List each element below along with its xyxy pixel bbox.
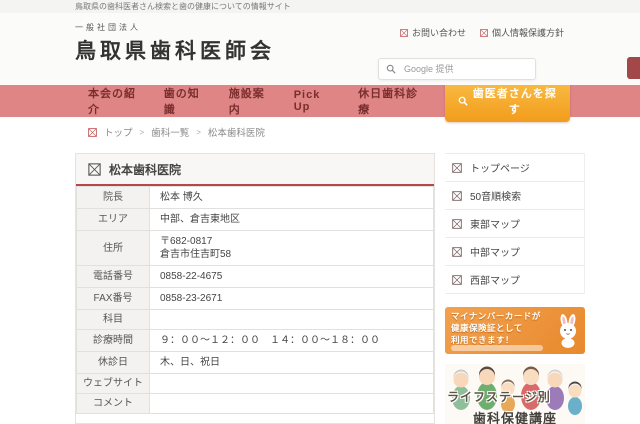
nav-item-about[interactable]: 本会の紹介 — [88, 85, 142, 117]
nav-item-tooth-knowledge[interactable]: 歯の知識 — [164, 85, 207, 117]
breadcrumb-top[interactable]: トップ — [104, 125, 133, 139]
nav-item-pickup[interactable]: Pick Up — [294, 89, 336, 113]
main-content: 松本歯科医院 院長 松本 博久 エリア 中部、倉吉東地区 住所 〒682-081… — [75, 153, 585, 424]
table-row: 診療時間 ９：００～１２：００ １４：００～１８：００ — [76, 329, 434, 352]
row-label: FAX番号 — [76, 287, 150, 310]
privacy-policy-link-label: 個人情報保護方針 — [491, 28, 564, 38]
promo-line-1: ライフステージ別 — [447, 390, 551, 404]
sidebar-item-west-map[interactable]: 西部マップ — [445, 266, 584, 294]
sidebar-item-central-map[interactable]: 中部マップ — [445, 238, 584, 266]
search-icon — [386, 64, 396, 74]
breadcrumb-separator: > — [196, 127, 201, 137]
mynumber-insurance-banner[interactable]: マイナンバーカードが 健康保険証として 利用できます！ — [445, 307, 585, 354]
search-input[interactable] — [402, 63, 528, 75]
banner-fineprint-strip — [451, 345, 543, 351]
rabbit-mascot-icon — [555, 314, 581, 348]
find-dentist-button[interactable]: 歯医者さんを探す — [444, 80, 570, 122]
sidebar-item-label: 西部マップ — [470, 276, 520, 287]
row-label: 住所 — [76, 230, 150, 266]
contact-link-label: お問い合わせ — [411, 28, 466, 38]
lifestage-lecture-banner[interactable]: ライフステージ別 歯科保健講座 — [445, 364, 585, 424]
side-tab[interactable] — [627, 57, 640, 79]
sidebar-item-top-page[interactable]: トップページ — [445, 154, 584, 182]
row-label: 休診日 — [76, 351, 150, 374]
row-value: 松本 博久 — [149, 186, 434, 209]
row-label: エリア — [76, 208, 150, 231]
table-row: 科目 — [76, 309, 434, 330]
row-label: 院長 — [76, 186, 150, 209]
nav-item-holiday-care[interactable]: 休日歯科診療 — [358, 85, 422, 117]
broken-image-icon — [480, 28, 488, 37]
sidebar-item-east-map[interactable]: 東部マップ — [445, 210, 584, 238]
table-row: 住所 〒682-0817 倉吉市住吉町58 — [76, 230, 434, 266]
row-value — [149, 393, 434, 414]
clinic-icon — [88, 162, 101, 176]
row-value: ９：００～１２：００ １４：００～１８：００ — [149, 329, 434, 352]
search-icon — [458, 96, 468, 106]
table-row: 院長 松本 博久 — [76, 186, 434, 209]
row-value: 〒682-0817 倉吉市住吉町58 — [149, 230, 434, 266]
table-row: ウェブサイト — [76, 373, 434, 394]
row-value: 木、日、祝日 — [149, 351, 434, 374]
clinic-title-bar: 松本歯科医院 — [76, 154, 434, 186]
row-value — [149, 373, 434, 394]
sidebar-item-label: 東部マップ — [470, 220, 520, 231]
sidebar-item-label: 50音順検索 — [470, 192, 522, 203]
main-nav: 本会の紹介 歯の知識 施設案内 Pick Up 休日歯科診療 歯医者さんを探す — [0, 80, 640, 122]
broken-image-icon — [452, 274, 462, 285]
row-label: 科目 — [76, 309, 150, 330]
clinic-info-table: 院長 松本 博久 エリア 中部、倉吉東地区 住所 〒682-0817 倉吉市住吉… — [76, 186, 434, 414]
privacy-policy-link[interactable]: 個人情報保護方針 — [480, 26, 564, 39]
table-row: コメント — [76, 393, 434, 414]
header: 一般社団法人 鳥取県歯科医師会 お問い合わせ 個人情報保護方針 — [0, 13, 640, 85]
row-value: 中部、倉吉東地区 — [149, 208, 434, 231]
home-icon — [88, 127, 97, 137]
broken-image-icon — [400, 28, 408, 37]
contact-link[interactable]: お問い合わせ — [400, 26, 466, 39]
site-title: 鳥取県歯科医師会 — [75, 39, 275, 63]
breadcrumb-separator: > — [139, 127, 145, 137]
table-row: 休診日 木、日、祝日 — [76, 351, 434, 374]
sidebar-menu: トップページ 50音順検索 東部マップ 中部マップ 西部マップ — [445, 153, 585, 294]
promo-line-2: 歯科保健講座 — [473, 411, 558, 424]
table-row: エリア 中部、倉吉東地区 — [76, 208, 434, 231]
row-label: 診療時間 — [76, 329, 150, 352]
clinic-name-title: 松本歯科医院 — [109, 162, 182, 177]
table-row: 電話番号 0858-22-4675 — [76, 265, 434, 288]
row-label: 電話番号 — [76, 265, 150, 288]
row-value: 0858-23-2671 — [149, 287, 434, 310]
find-dentist-button-label: 歯医者さんを探す — [472, 88, 557, 116]
broken-image-icon — [452, 162, 462, 173]
broken-image-icon — [452, 218, 462, 229]
sidebar-item-label: トップページ — [470, 164, 530, 175]
row-label: ウェブサイト — [76, 373, 150, 394]
breadcrumb-clinic-list[interactable]: 歯科一覧 — [151, 125, 189, 139]
site-logo[interactable]: 一般社団法人 鳥取県歯科医師会 — [75, 22, 275, 65]
row-label: コメント — [76, 393, 150, 414]
sidebar-item-syllabary-search[interactable]: 50音順検索 — [445, 182, 584, 210]
sidebar: トップページ 50音順検索 東部マップ 中部マップ 西部マップ マイナンバーカー… — [445, 153, 585, 424]
site-tagline: 鳥取県の歯科医者さん検索と歯の健康についての情報サイト — [0, 0, 640, 13]
breadcrumb-current: 松本歯科医院 — [207, 128, 265, 139]
broken-image-icon — [452, 190, 462, 201]
broken-image-icon — [452, 246, 462, 257]
table-row: FAX番号 0858-23-2671 — [76, 287, 434, 310]
nav-item-facilities[interactable]: 施設案内 — [229, 85, 272, 117]
clinic-detail-card: 松本歯科医院 院長 松本 博久 エリア 中部、倉吉東地区 住所 〒682-081… — [75, 153, 435, 424]
row-value — [149, 309, 434, 330]
sidebar-item-label: 中部マップ — [470, 248, 520, 259]
header-utility-links: お問い合わせ 個人情報保護方針 — [400, 26, 564, 39]
site-search-box — [378, 58, 536, 80]
org-type-label: 一般社団法人 — [75, 23, 141, 32]
row-value: 0858-22-4675 — [149, 265, 434, 288]
